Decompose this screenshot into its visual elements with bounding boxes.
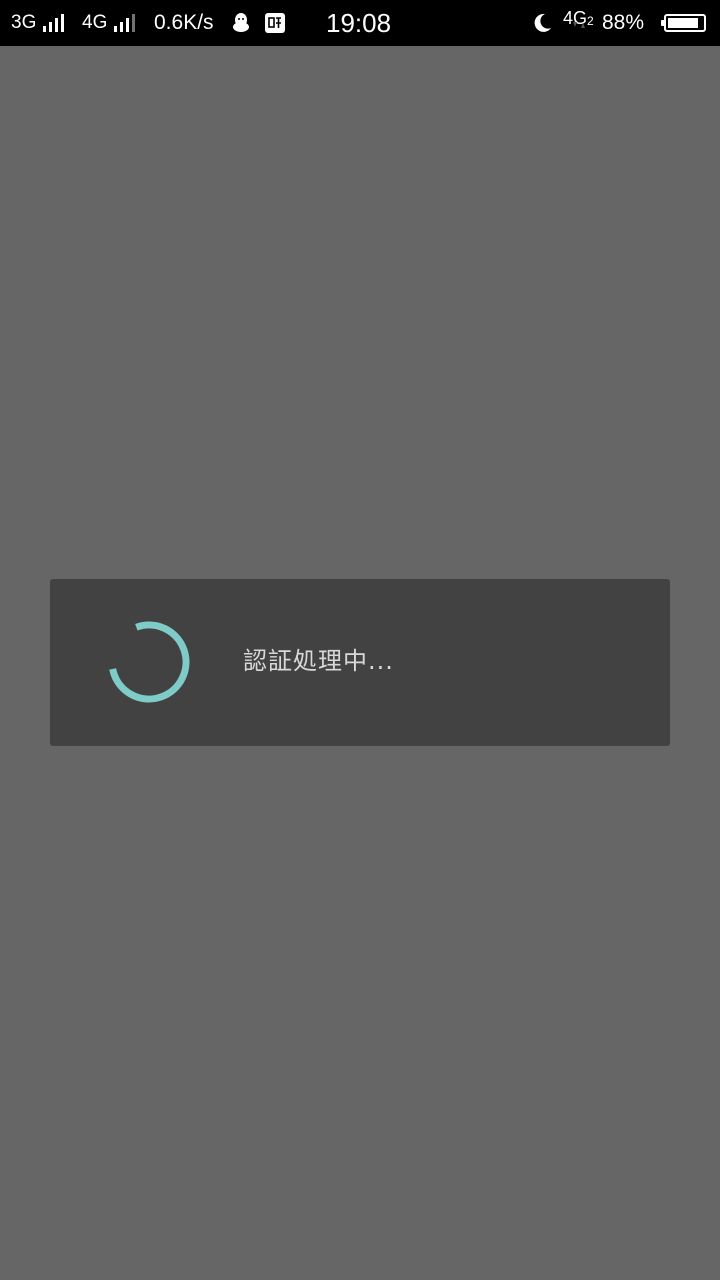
sim2-network-type: 4G <box>82 12 108 33</box>
clock: 19:08 <box>326 7 392 38</box>
data-transfer-arrows-icon <box>571 13 587 37</box>
sim1-signal-icon <box>43 0 67 46</box>
loading-spinner-icon <box>108 621 190 703</box>
network-speed: 0.6K/s <box>154 11 214 34</box>
loading-message: 認証処理中... <box>243 647 394 675</box>
loading-dialog: 認証処理中... <box>50 579 670 746</box>
status-bar: 3G 4G 0.6K/s 19:08 4G 2 88% <box>0 0 720 46</box>
data-sim-index: 2 <box>587 14 594 28</box>
qq-penguin-icon <box>231 0 251 46</box>
battery-icon <box>661 0 706 46</box>
battery-percent: 88% <box>602 11 645 34</box>
sticker-app-icon <box>265 0 285 46</box>
sim2-signal-icon <box>114 0 138 46</box>
sim1-network-type: 3G <box>11 12 37 33</box>
moon-do-not-disturb-icon <box>531 0 553 46</box>
